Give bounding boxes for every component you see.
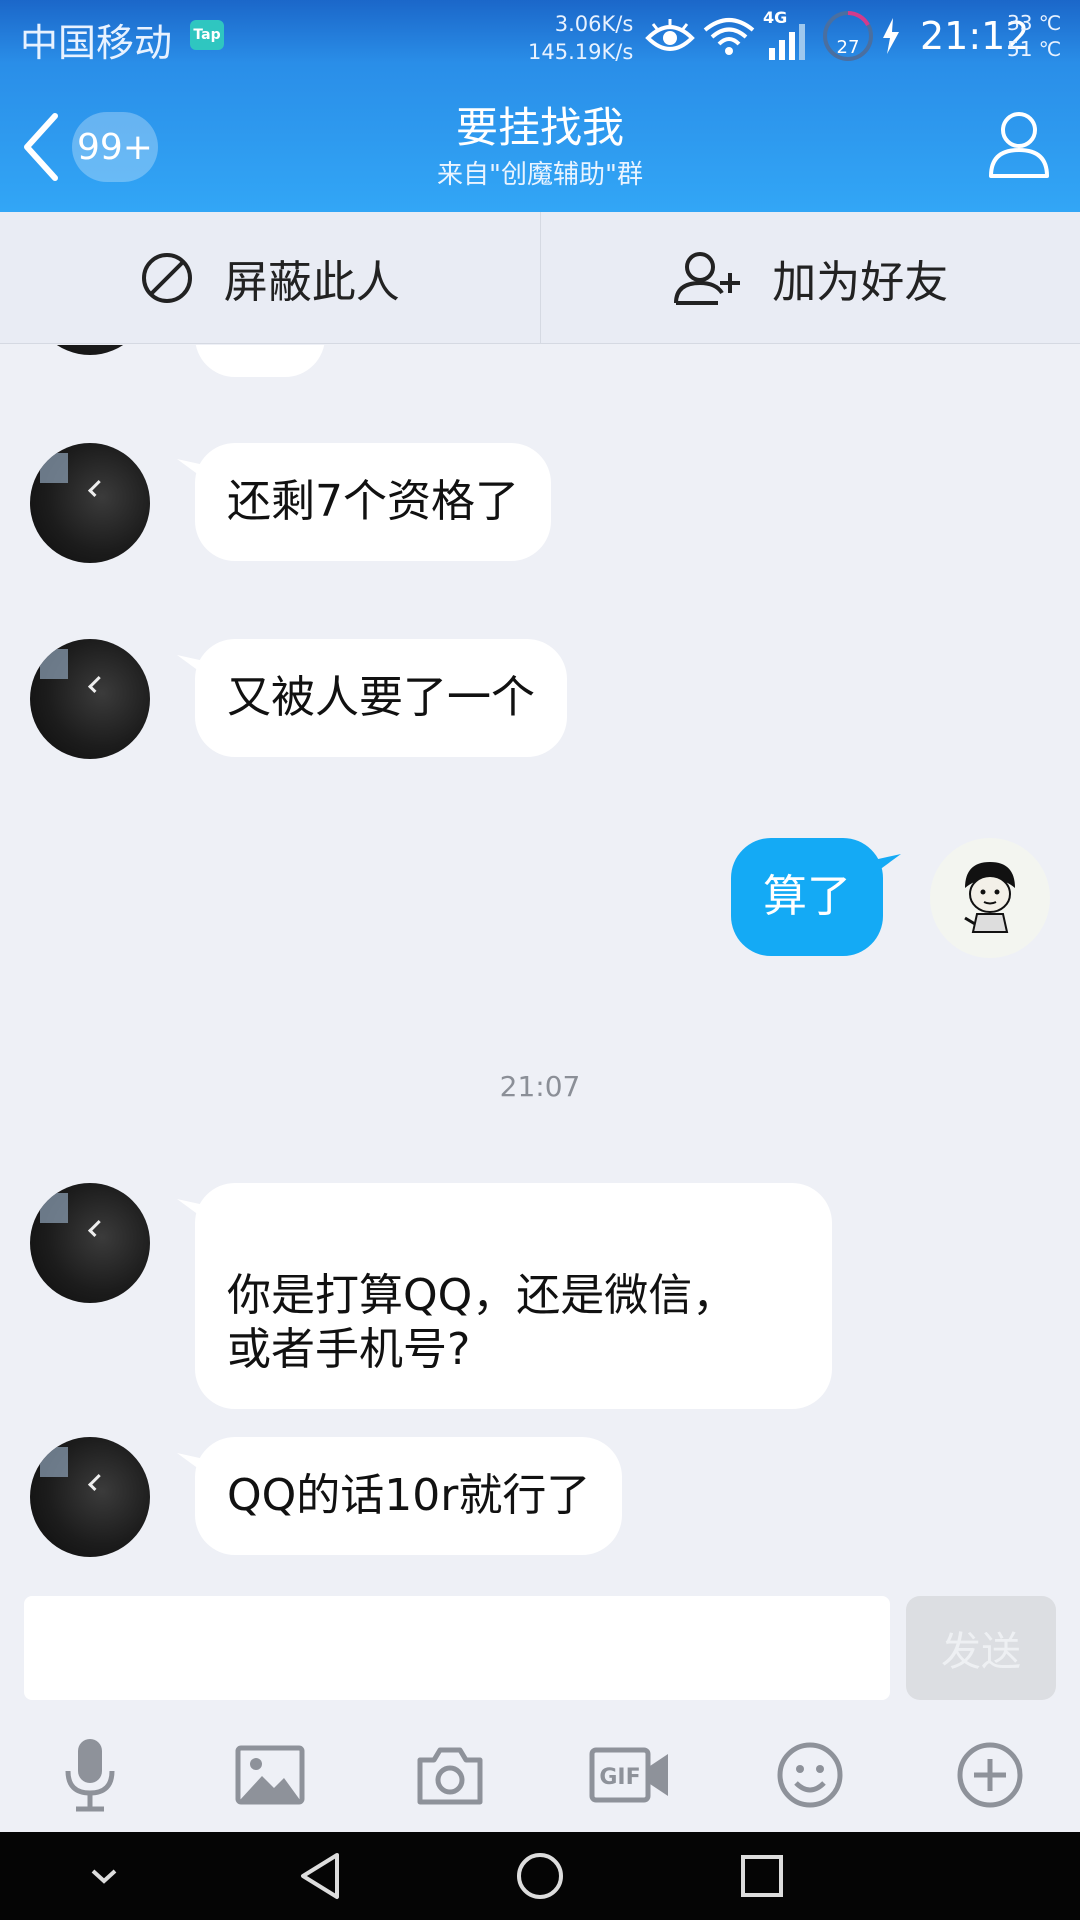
stranger-action-bar: 屏蔽此人 加为好友: [0, 212, 1080, 344]
emoji-icon: [777, 1742, 843, 1808]
signal-bars-icon: [769, 24, 805, 60]
status-icons: 4G 27: [645, 8, 901, 63]
message-bubble-incoming[interactable]: QQ的话10r就行了: [195, 1437, 623, 1555]
voice-button[interactable]: [45, 1730, 135, 1820]
composer: 发送 GIF: [0, 1570, 1080, 1832]
message-text: 还剩7个资格了: [227, 476, 519, 527]
nav-back-button[interactable]: [270, 1832, 370, 1920]
message-text: 算了: [763, 871, 851, 922]
chat-title: 要挂找我: [455, 103, 624, 152]
circle-home-icon: [517, 1853, 563, 1899]
wifi-icon: [703, 18, 755, 55]
gif-icon: GIF: [589, 1747, 668, 1803]
message-text: 又被人要了一个: [227, 672, 535, 723]
download-speed: 145.19K/s: [528, 40, 634, 64]
block-icon: [141, 252, 192, 303]
message-bubble-incoming[interactable]: 还剩7个资格了: [195, 443, 551, 561]
message-list[interactable]: 还剩7个资格了 又被人要了一个 算了 21:07 你是打算QQ，还是微信， 或者…: [0, 345, 1080, 1570]
upload-speed: 3.06K/s: [554, 12, 634, 36]
send-button[interactable]: 发送: [906, 1596, 1056, 1700]
chat-title-block: 要挂找我 来自"创魔辅助"群: [300, 102, 780, 192]
person-icon: [989, 112, 1049, 178]
nav-home-button[interactable]: [490, 1832, 590, 1920]
chevron-down-icon: [91, 1869, 117, 1884]
temperature-2: 51 ℃: [1007, 37, 1062, 61]
message-text: QQ的话10r就行了: [227, 1470, 591, 1521]
block-user-label: 屏蔽此人: [223, 256, 400, 308]
add-friend-icon: [674, 251, 741, 305]
my-avatar[interactable]: [930, 838, 1050, 958]
sender-avatar[interactable]: [30, 1183, 150, 1303]
add-friend-label: 加为好友: [772, 256, 949, 308]
camera-icon: [417, 1747, 483, 1805]
message-bubble-partial: [195, 345, 325, 377]
message-bubble-incoming[interactable]: 又被人要了一个: [195, 639, 567, 757]
battery-indicator: 27: [821, 9, 875, 63]
temperature-1: 33 ℃: [1007, 11, 1062, 35]
meme-face-icon: [964, 862, 1015, 933]
hide-nav-button[interactable]: [54, 1832, 154, 1920]
temperature-readout: 33 ℃ 51 ℃: [1007, 10, 1061, 62]
chat-subtitle: 来自"创魔辅助"群: [437, 160, 643, 190]
top-bar: 中国移动 Tap 3.06K/s 145.19K/s 4G 27 21:12 3…: [0, 0, 1080, 212]
chevron-left-icon: [24, 113, 58, 181]
square-recents-icon: [741, 1855, 783, 1897]
back-button[interactable]: [18, 112, 64, 182]
battery-level: 27: [836, 37, 860, 58]
camera-button[interactable]: [405, 1730, 495, 1820]
sender-avatar[interactable]: [30, 1437, 150, 1557]
unread-count-badge[interactable]: 99+: [72, 112, 158, 182]
nav-recents-button[interactable]: [712, 1832, 812, 1920]
emoji-button[interactable]: [765, 1730, 855, 1820]
message-timestamp: 21:07: [499, 1070, 581, 1103]
message-text: 你是打算QQ，还是微信， 或者手机号?: [227, 1270, 737, 1375]
charging-bolt-icon: [883, 18, 899, 54]
add-friend-button[interactable]: 加为好友: [541, 212, 1080, 343]
block-user-button[interactable]: 屏蔽此人: [0, 212, 540, 343]
image-icon: [235, 1745, 305, 1805]
plus-icon: [957, 1742, 1023, 1808]
profile-button[interactable]: [984, 106, 1054, 182]
status-bar: 中国移动 Tap 3.06K/s 145.19K/s 4G 27 21:12 3…: [0, 0, 1080, 72]
photo-button[interactable]: [225, 1730, 315, 1820]
network-speed: 3.06K/s 145.19K/s: [528, 10, 633, 66]
message-bubble-incoming[interactable]: 你是打算QQ，还是微信， 或者手机号?: [195, 1183, 833, 1409]
sender-avatar[interactable]: [30, 443, 150, 563]
cellular-signal: 4G: [763, 8, 815, 62]
microphone-icon: [65, 1739, 115, 1812]
system-nav-bar: [0, 1832, 1080, 1920]
sender-avatar[interactable]: [30, 639, 150, 759]
message-input[interactable]: [24, 1596, 890, 1700]
svg-text:GIF: GIF: [599, 1765, 640, 1790]
more-button[interactable]: [945, 1730, 1035, 1820]
tap-app-icon: Tap: [190, 20, 224, 50]
eye-icon: [645, 19, 695, 51]
message-bubble-outgoing[interactable]: 算了: [731, 838, 883, 956]
triangle-back-icon: [301, 1853, 339, 1899]
gif-button[interactable]: GIF: [585, 1730, 675, 1820]
carrier-name: 中国移动: [20, 21, 173, 65]
composer-toolbar: GIF: [0, 1730, 1080, 1826]
sender-avatar[interactable]: [30, 345, 150, 355]
chat-header: 99+ 要挂找我 来自"创魔辅助"群: [0, 72, 1080, 212]
